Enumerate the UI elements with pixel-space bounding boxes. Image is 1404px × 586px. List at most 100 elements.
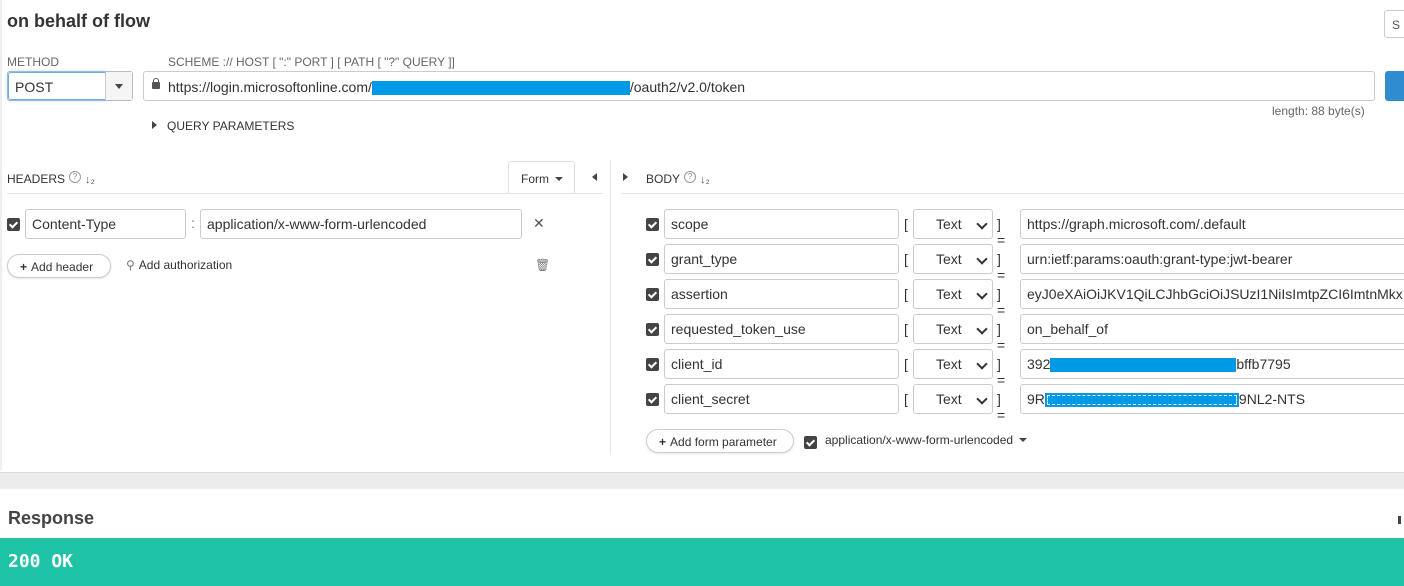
add-authorization-label: Add authorization xyxy=(138,258,233,272)
url-suffix: /oauth2/v2.0/token xyxy=(629,79,746,95)
save-button[interactable]: S xyxy=(1384,10,1404,38)
redacted-client-id xyxy=(1050,358,1237,373)
body-divider xyxy=(622,193,1404,194)
bracket-close-equals: ] = xyxy=(997,391,1006,423)
body-section-title: BODY? ↓₂ xyxy=(646,171,710,186)
url-length: length: 88 byte(s) xyxy=(1272,104,1365,118)
param-enabled-checkbox[interactable] xyxy=(646,288,659,301)
page-title: on behalf of flow xyxy=(7,11,150,31)
bracket-close-equals: ] = xyxy=(997,321,1006,353)
param-enabled-checkbox[interactable] xyxy=(646,358,659,371)
caret-down-icon xyxy=(555,177,563,181)
form-mode-button[interactable]: Form xyxy=(508,161,575,193)
encoding-label: application/x-www-form-urlencoded xyxy=(825,433,1014,447)
param-type-select[interactable]: Text xyxy=(913,209,993,239)
help-icon[interactable]: ? xyxy=(69,171,82,183)
help-icon[interactable]: ? xyxy=(684,171,697,183)
headers-section-title: HEADERS? ↓₂ xyxy=(7,171,95,186)
query-parameters-toggle[interactable]: QUERY PARAMETERS xyxy=(152,119,294,133)
header-value-input[interactable]: application/x-www-form-urlencoded xyxy=(200,209,522,239)
response-title: Response xyxy=(8,508,95,528)
method-select[interactable]: POST xyxy=(7,71,133,101)
header-name-input[interactable]: Content-Type xyxy=(25,209,186,239)
caret-right-icon xyxy=(152,121,157,129)
sort-icon[interactable]: ↓₂ xyxy=(85,174,95,186)
param-name-input[interactable]: requested_token_use xyxy=(664,314,899,344)
redacted-client-secret xyxy=(1044,393,1239,408)
url-scheme-label: SCHEME :// HOST [ ":" PORT ] [ PATH [ "?… xyxy=(168,55,455,69)
param-value-suffix: bffb7795 xyxy=(1236,356,1291,372)
expand-marker[interactable] xyxy=(1398,516,1401,524)
sort-icon[interactable]: ↓₂ xyxy=(700,174,710,186)
param-enabled-checkbox[interactable] xyxy=(646,218,659,231)
param-type-select[interactable]: Text xyxy=(913,384,993,414)
param-type-select[interactable]: Text xyxy=(913,349,993,379)
headers-divider xyxy=(7,193,603,194)
bracket-close-equals: ] = xyxy=(997,216,1006,248)
bracket-close-equals: ] = xyxy=(997,356,1006,388)
param-enabled-checkbox[interactable] xyxy=(646,323,659,336)
caret-down-icon xyxy=(1019,438,1028,442)
method-value[interactable]: POST xyxy=(8,72,106,100)
param-value-input[interactable]: eyJ0eXAiOiJKV1QiLCJhbGciOiJSUzI1NiIsImtp… xyxy=(1020,279,1404,309)
send-button[interactable] xyxy=(1385,71,1404,101)
form-mode-label: Form xyxy=(521,172,549,186)
param-type-select[interactable]: Text xyxy=(913,314,993,344)
panel-divider xyxy=(610,160,611,455)
add-form-parameter-button[interactable]: + Add form parameter xyxy=(646,429,794,453)
param-value-prefix: 392 xyxy=(1027,356,1051,372)
param-name-input[interactable]: grant_type xyxy=(664,244,899,274)
param-type-select[interactable]: Text xyxy=(913,244,993,274)
param-name-input[interactable]: client_id xyxy=(664,349,899,379)
param-enabled-checkbox[interactable] xyxy=(646,393,659,406)
param-value-prefix: 9R xyxy=(1027,391,1045,407)
bracket-open: [ xyxy=(904,391,908,407)
bracket-open: [ xyxy=(904,356,908,372)
section-separator xyxy=(0,472,1404,489)
method-label: METHOD xyxy=(7,55,59,69)
plus-icon: + xyxy=(659,435,667,449)
param-value-suffix: 9NL2-NTS xyxy=(1238,391,1306,407)
status-bar: 200 OK xyxy=(0,538,1404,586)
query-parameters-label: QUERY PARAMETERS xyxy=(167,119,295,133)
url-input[interactable]: https://login.microsoftonline.com/ /oauth… xyxy=(143,71,1375,101)
param-value-input[interactable]: 392 bffb7795 xyxy=(1020,349,1404,379)
bracket-close-equals: ] = xyxy=(997,286,1006,318)
param-enabled-checkbox[interactable] xyxy=(646,253,659,266)
header-enabled-checkbox[interactable] xyxy=(7,218,20,231)
bracket-open: [ xyxy=(904,251,908,267)
param-name-input[interactable]: assertion xyxy=(664,279,899,309)
param-type-select[interactable]: Text xyxy=(913,279,993,309)
bracket-open: [ xyxy=(904,321,908,337)
add-authorization-link[interactable]: ⚲ Add authorization xyxy=(126,258,232,272)
add-header-label: Add header xyxy=(31,260,94,274)
collapse-right-icon[interactable] xyxy=(623,173,628,181)
add-header-button[interactable]: + Add header xyxy=(7,254,111,278)
encoding-checkbox[interactable] xyxy=(804,436,817,449)
plus-icon: + xyxy=(20,260,28,274)
close-icon[interactable]: ✕ xyxy=(533,215,545,232)
key-icon: ⚲ xyxy=(126,258,135,272)
add-form-parameter-label: Add form parameter xyxy=(670,435,777,449)
redacted-tenant xyxy=(371,81,630,96)
status-text: 200 OK xyxy=(8,551,74,572)
encoding-select[interactable]: application/x-www-form-urlencoded xyxy=(825,433,1028,447)
param-name-input[interactable]: client_secret xyxy=(664,384,899,414)
bracket-open: [ xyxy=(904,216,908,232)
header-colon: : xyxy=(191,215,195,231)
chevron-down-icon[interactable] xyxy=(105,72,132,100)
lock-icon xyxy=(152,78,160,89)
left-edge xyxy=(0,0,2,470)
collapse-left-icon[interactable] xyxy=(592,173,597,181)
headers-title: HEADERS xyxy=(7,172,66,186)
param-value-input[interactable]: https://graph.microsoft.com/.default xyxy=(1020,209,1404,239)
trash-icon[interactable]: 🗑 xyxy=(535,258,550,272)
param-value-input[interactable]: on_behalf_of xyxy=(1020,314,1404,344)
param-value-input[interactable]: urn:ietf:params:oauth:grant-type:jwt-bea… xyxy=(1020,244,1404,274)
bracket-open: [ xyxy=(904,286,908,302)
param-value-input[interactable]: 9R 9NL2-NTS xyxy=(1020,384,1404,414)
bracket-close-equals: ] = xyxy=(997,251,1006,283)
url-prefix: https://login.microsoftonline.com/ xyxy=(168,79,372,95)
body-title: BODY xyxy=(646,172,681,186)
param-name-input[interactable]: scope xyxy=(664,209,899,239)
